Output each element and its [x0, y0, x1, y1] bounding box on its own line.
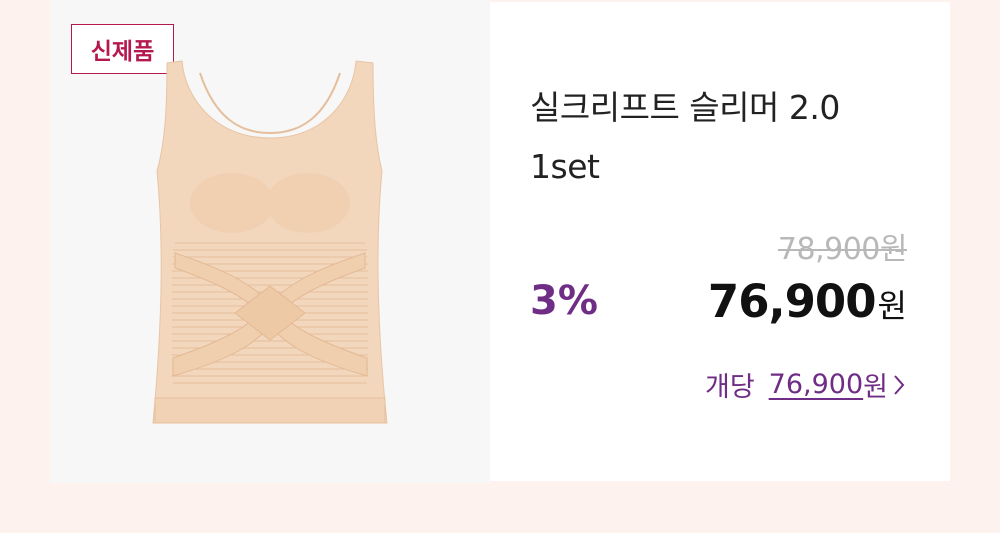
original-price-value: 78,900 — [777, 232, 880, 267]
sale-price: 76,900 원 — [708, 275, 907, 328]
right-cup — [266, 173, 350, 233]
product-title-line2[interactable]: 1set — [530, 137, 930, 196]
per-unit-price-unit: 원 — [863, 372, 888, 403]
sale-price-value: 76,900 — [707, 275, 877, 328]
discount-rate: 3% — [530, 278, 598, 324]
per-unit-price-link[interactable]: 개당 76,900 원 — [705, 365, 906, 404]
per-unit-price-value[interactable]: 76,900 — [769, 369, 863, 400]
left-cup — [190, 173, 274, 233]
product-title[interactable]: 실크리프트 슬리머 2.0 1set — [530, 78, 930, 196]
tank-top-shapewear-image[interactable] — [145, 58, 395, 426]
product-title-line1[interactable]: 실크리프트 슬리머 2.0 — [530, 78, 930, 137]
sale-price-unit: 원 — [877, 287, 907, 325]
hem-band — [154, 397, 386, 424]
per-unit-label: 개당 — [704, 372, 755, 403]
chevron-right-icon[interactable] — [892, 373, 906, 397]
original-price: 78,900원 — [777, 224, 908, 268]
original-price-unit: 원 — [879, 232, 908, 267]
